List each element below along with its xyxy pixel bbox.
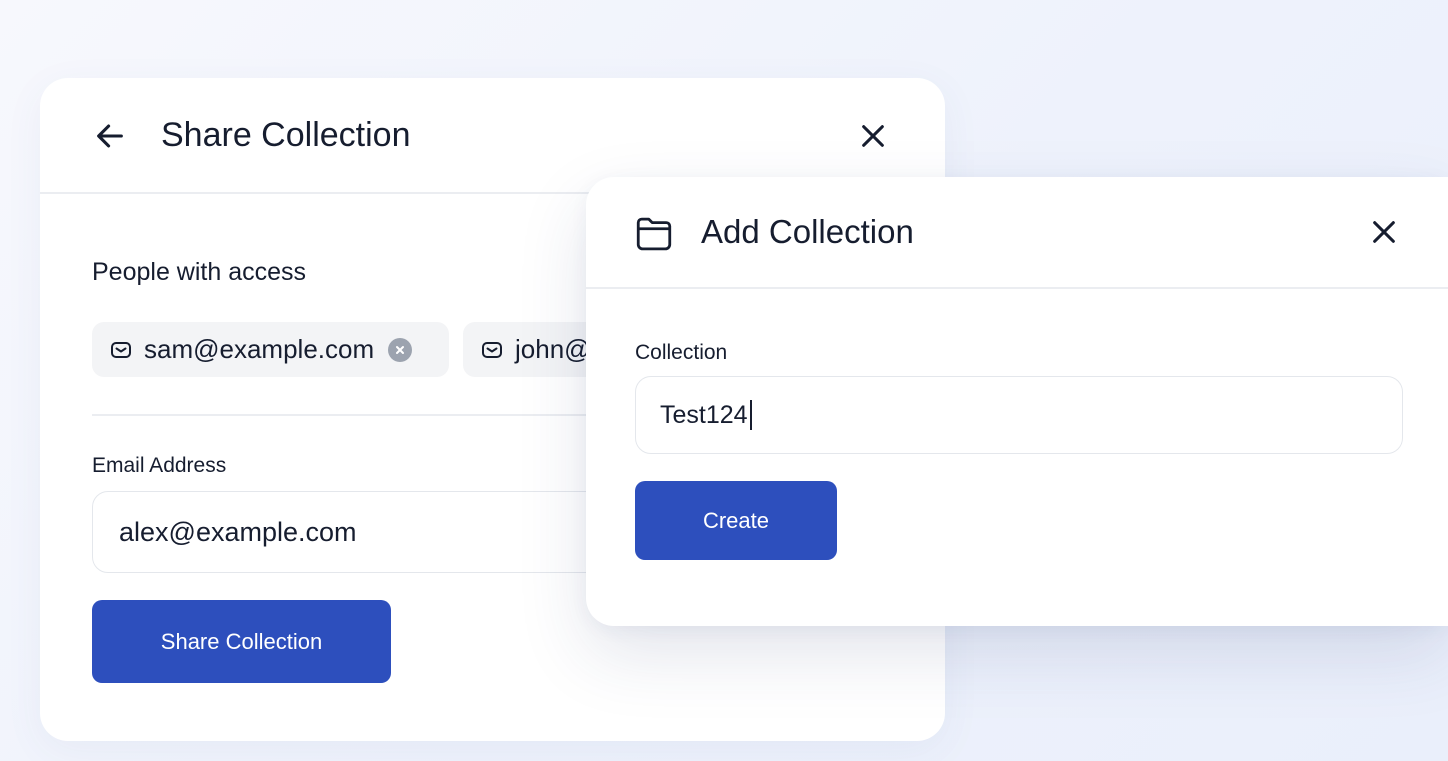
add-dialog-header: Add Collection bbox=[586, 177, 1448, 289]
people-with-access-label: People with access bbox=[92, 258, 307, 286]
create-button[interactable]: Create bbox=[635, 481, 837, 560]
folder-icon bbox=[636, 217, 672, 251]
person-chip-email: sam@example.com bbox=[144, 334, 375, 364]
collection-name-input[interactable]: Test124 bbox=[635, 376, 1403, 454]
arrow-left-icon bbox=[97, 124, 123, 148]
collection-input-value: Test124 bbox=[660, 400, 748, 429]
collection-label: Collection bbox=[635, 341, 728, 364]
add-dialog-title: Add Collection bbox=[701, 213, 914, 250]
close-icon bbox=[862, 125, 884, 147]
back-button[interactable] bbox=[92, 118, 128, 154]
add-close-button[interactable] bbox=[1366, 214, 1402, 250]
person-chip-sam: sam@example.com bbox=[92, 322, 449, 377]
remove-circle-icon[interactable] bbox=[388, 337, 413, 362]
mail-icon bbox=[479, 337, 505, 363]
text-cursor bbox=[749, 400, 752, 430]
share-dialog-title: Share Collection bbox=[161, 116, 411, 154]
mail-icon bbox=[108, 337, 134, 363]
add-collection-dialog: Add Collection Collection Test124 Create bbox=[586, 177, 1448, 626]
share-collection-button[interactable]: Share Collection bbox=[92, 600, 391, 683]
share-close-button[interactable] bbox=[855, 118, 891, 154]
close-icon bbox=[1373, 221, 1395, 243]
email-address-label: Email Address bbox=[92, 454, 227, 477]
